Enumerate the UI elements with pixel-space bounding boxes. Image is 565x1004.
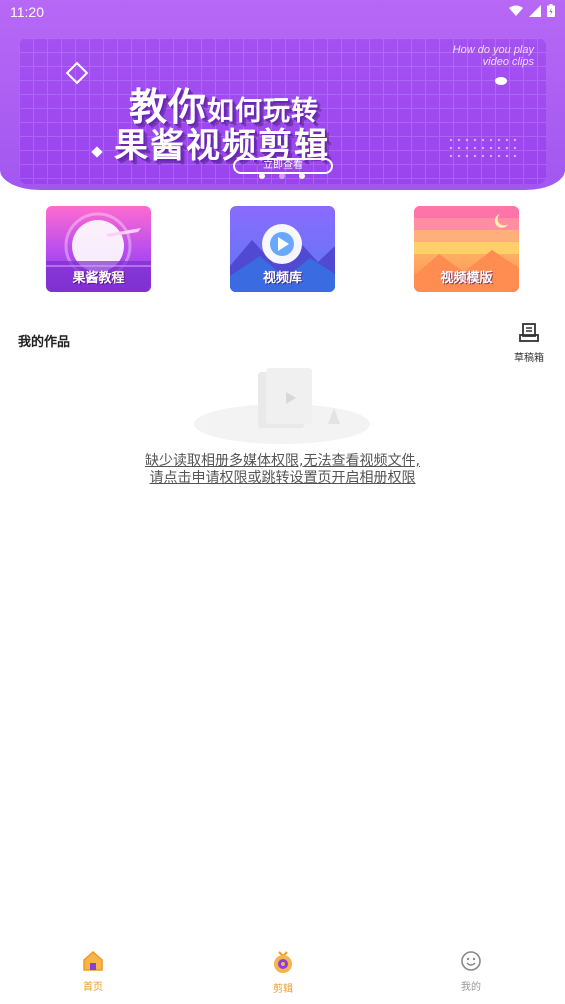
nav-home[interactable]: 首页 <box>63 950 123 993</box>
permission-request-link[interactable]: 缺少读取相册多媒体权限,无法查看视频文件, 请点击申请权限或跳转设置页开启相册权… <box>60 453 505 487</box>
app-screen: 11:20 How do you play video clips 教你如何玩转… <box>0 0 565 1004</box>
banner-view-now-button[interactable]: 立即查看 <box>233 158 333 174</box>
permission-message-line2: 请点击申请权限或跳转设置页开启相册权限 <box>149 470 416 486</box>
drafts-label: 草稿箱 <box>514 353 544 364</box>
tile-video-library-label: 视频库 <box>262 271 302 286</box>
carousel-dot-active[interactable] <box>279 173 285 179</box>
drafts-box-icon <box>519 323 539 342</box>
bottom-navigation: 首页 剪辑 我的 <box>0 940 565 1004</box>
promo-banner[interactable]: How do you play video clips 教你如何玩转 果酱视频剪… <box>19 38 546 184</box>
nav-me[interactable]: 我的 <box>441 950 501 993</box>
carousel-dot[interactable] <box>259 173 265 179</box>
nav-home-label: 首页 <box>83 982 103 993</box>
tile-video-template-label: 视频模版 <box>440 271 493 286</box>
tile-video-template[interactable]: 视频模版 <box>414 206 519 292</box>
my-works-title: 我的作品 <box>18 335 71 350</box>
home-icon <box>83 950 103 971</box>
edit-jam-icon <box>274 951 292 973</box>
status-bar: 11:20 <box>0 0 565 24</box>
carousel-indicator <box>259 173 305 179</box>
battery-icon <box>547 4 555 17</box>
status-time: 11:20 <box>10 4 44 20</box>
nav-edit-label: 剪辑 <box>273 984 293 995</box>
wifi-icon <box>509 5 523 16</box>
nav-me-label: 我的 <box>461 982 481 993</box>
nav-edit[interactable]: 剪辑 <box>253 950 313 995</box>
carousel-dot[interactable] <box>299 173 305 179</box>
hero-background: 11:20 How do you play video clips 教你如何玩转… <box>0 0 565 190</box>
drafts-button[interactable]: 草稿箱 <box>510 320 548 364</box>
banner-subtitle-line2: video clips <box>482 56 534 68</box>
signal-icon <box>529 4 541 17</box>
banner-subtitle-line1: How do you play <box>452 44 534 56</box>
status-icons <box>509 4 555 17</box>
ellipse-decoration-icon <box>495 77 507 85</box>
empty-video-illustration-icon <box>194 368 370 444</box>
tile-tutorial-label: 果酱教程 <box>72 271 125 286</box>
banner-english-subtitle: How do you play video clips <box>453 44 534 68</box>
tile-video-library[interactable]: 视频库 <box>230 206 335 292</box>
dot-grid-decoration <box>447 136 517 160</box>
tile-tutorial[interactable]: 果酱教程 <box>46 206 151 292</box>
profile-face-icon <box>461 951 481 971</box>
permission-message-line1: 缺少读取相册多媒体权限,无法查看视频文件, <box>145 453 420 469</box>
